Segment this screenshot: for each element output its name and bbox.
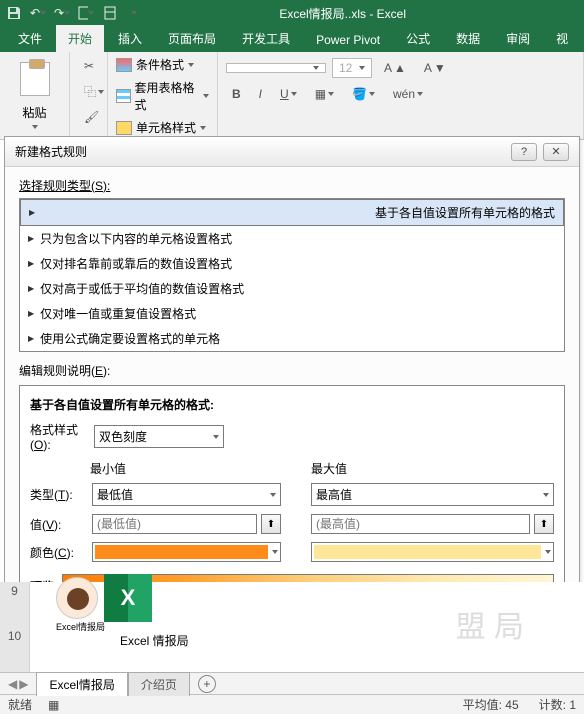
paste-label: 粘贴 — [22, 104, 46, 121]
paste-dropdown-icon[interactable] — [32, 125, 38, 129]
status-average: 平均值: 45 — [463, 696, 519, 713]
rule-type-item[interactable]: 使用公式确定要设置格式的单元格 — [20, 326, 564, 351]
dialog-titlebar: 新建格式规则 ? ✕ — [5, 137, 579, 167]
close-button[interactable]: ✕ — [543, 143, 569, 161]
cut-icon[interactable]: ✂ — [78, 56, 99, 76]
underline-button[interactable]: U — [274, 84, 303, 104]
brand-small: Excel情报局 — [56, 620, 105, 633]
max-type-select[interactable]: 最高值 — [311, 483, 554, 506]
undo-icon[interactable]: ↶ — [30, 5, 46, 21]
increase-font-icon[interactable]: A▲ — [378, 58, 412, 78]
cell-style-button[interactable]: 单元格样式 — [116, 119, 209, 136]
row-header[interactable]: 10 — [0, 627, 30, 672]
type-label: 类型(T): — [30, 486, 88, 503]
clipboard-tools: ✂ ⿻ 🖌 — [70, 52, 108, 139]
dialog-body: 选择规则类型(S): 基于各自值设置所有单元格的格式 只为包含以下内容的单元格设… — [5, 167, 579, 619]
value-label: 值(V): — [30, 516, 88, 533]
paste-button[interactable] — [20, 62, 50, 96]
cell-style-label: 单元格样式 — [136, 119, 196, 136]
worksheet-grid[interactable]: 9 10 X Excel情报局 Excel 情报局 盟 局 — [0, 582, 584, 672]
min-ref-button[interactable]: ⬆ — [261, 514, 281, 534]
select-rule-label: 选择规则类型(S): — [19, 177, 565, 194]
rule-type-item[interactable]: 只为包含以下内容的单元格设置格式 — [20, 226, 564, 251]
phonetic-button[interactable]: wén — [387, 84, 429, 104]
table-format-button[interactable]: 套用表格格式 — [116, 79, 209, 113]
tab-review[interactable]: 审阅 — [494, 25, 542, 52]
tab-insert[interactable]: 插入 — [106, 25, 154, 52]
tab-view[interactable]: 视 — [544, 25, 580, 52]
min-color-select[interactable] — [92, 542, 281, 562]
sheet-tab[interactable]: Excel情报局 — [36, 672, 127, 696]
help-button[interactable]: ? — [511, 143, 537, 161]
color-label: 颜色(C): — [30, 544, 88, 561]
tab-file[interactable]: 文件 — [6, 25, 54, 52]
paste-group: 粘贴 — [0, 52, 70, 139]
row-header[interactable]: 9 — [0, 582, 30, 627]
save-icon[interactable] — [6, 5, 22, 21]
font-size-select[interactable]: 12 — [332, 58, 372, 78]
qat-more-icon[interactable] — [126, 5, 142, 21]
copy-icon[interactable]: ⿻ — [78, 80, 99, 103]
rule-subheader: 基于各自值设置所有单元格的格式: — [30, 396, 554, 413]
rule-type-item[interactable]: 基于各自值设置所有单元格的格式 — [20, 199, 564, 226]
open-icon[interactable] — [102, 5, 118, 21]
redo-icon[interactable]: ↷ — [54, 5, 70, 21]
status-bar: 就绪 ▦ 平均值: 45 计数: 1 — [0, 694, 584, 714]
font-group: 12 A▲ A▼ B I U ▦ 🪣 wén — [218, 52, 584, 139]
font-family-select[interactable] — [226, 63, 326, 73]
watermark: 盟 局 — [456, 602, 524, 646]
tab-powerpivot[interactable]: Power Pivot — [304, 28, 392, 52]
min-header: 最小值 — [30, 460, 281, 477]
bold-button[interactable]: B — [226, 84, 247, 104]
tab-developer[interactable]: 开发工具 — [230, 25, 302, 52]
min-value-input[interactable] — [92, 514, 257, 534]
conditional-format-label: 条件格式 — [136, 56, 184, 73]
excel-icon: X — [104, 574, 152, 622]
add-sheet-button[interactable]: + — [198, 675, 216, 693]
nav-prev-icon: ◀ — [8, 677, 17, 691]
border-button[interactable]: ▦ — [309, 84, 340, 104]
dialog-title: 新建格式规则 — [15, 143, 87, 160]
window-title: Excel情报局..xls - Excel — [279, 5, 406, 22]
tab-formula[interactable]: 公式 — [394, 25, 442, 52]
tab-home[interactable]: 开始 — [56, 25, 104, 52]
fill-color-button[interactable]: 🪣 — [346, 84, 381, 104]
avatar-icon — [56, 577, 98, 619]
format-style-label: 格式样式(O): — [30, 421, 88, 452]
new-icon[interactable] — [78, 5, 94, 21]
ribbon-tabs: 文件 开始 插入 页面布局 开发工具 Power Pivot 公式 数据 审阅 … — [0, 26, 584, 52]
tab-layout[interactable]: 页面布局 — [156, 25, 228, 52]
max-header: 最大值 — [311, 460, 554, 477]
logo-cell: X — [56, 574, 152, 622]
status-count: 计数: 1 — [539, 696, 576, 713]
rule-type-item[interactable]: 仅对排名靠前或靠后的数值设置格式 — [20, 251, 564, 276]
macro-icon[interactable]: ▦ — [48, 698, 59, 712]
conditional-format-button[interactable]: 条件格式 — [116, 56, 209, 73]
edit-rule-label: 编辑规则说明(E): — [19, 362, 565, 379]
max-value-input[interactable] — [311, 514, 530, 534]
styles-group: 条件格式 套用表格格式 单元格样式 — [108, 52, 218, 139]
rule-type-item[interactable]: 仅对高于或低于平均值的数值设置格式 — [20, 276, 564, 301]
rule-type-item[interactable]: 仅对唯一值或重复值设置格式 — [20, 301, 564, 326]
table-format-label: 套用表格格式 — [135, 79, 199, 113]
nav-next-icon: ▶ — [19, 677, 28, 691]
quick-access-toolbar: ↶ ↷ Excel情报局..xls - Excel — [0, 0, 584, 26]
sheet-nav[interactable]: ◀▶ — [0, 677, 36, 691]
brand-text: Excel 情报局 — [120, 632, 189, 649]
max-color-select[interactable] — [311, 542, 554, 562]
ribbon: 粘贴 ✂ ⿻ 🖌 条件格式 套用表格格式 单元格样式 12 A▲ A▼ B I … — [0, 52, 584, 140]
tab-data[interactable]: 数据 — [444, 25, 492, 52]
max-ref-button[interactable]: ⬆ — [534, 514, 554, 534]
status-ready: 就绪 — [8, 696, 32, 713]
sheet-tab[interactable]: 介绍页 — [128, 672, 190, 696]
sheet-tab-area: ◀▶ Excel情报局 介绍页 + 就绪 ▦ 平均值: 45 计数: 1 — [0, 672, 584, 714]
italic-button[interactable]: I — [253, 84, 268, 104]
rule-type-list[interactable]: 基于各自值设置所有单元格的格式 只为包含以下内容的单元格设置格式 仅对排名靠前或… — [19, 198, 565, 352]
format-painter-icon[interactable]: 🖌 — [78, 107, 99, 127]
min-type-select[interactable]: 最低值 — [92, 483, 281, 506]
decrease-font-icon[interactable]: A▼ — [418, 58, 452, 78]
format-style-select[interactable]: 双色刻度 — [94, 425, 224, 448]
